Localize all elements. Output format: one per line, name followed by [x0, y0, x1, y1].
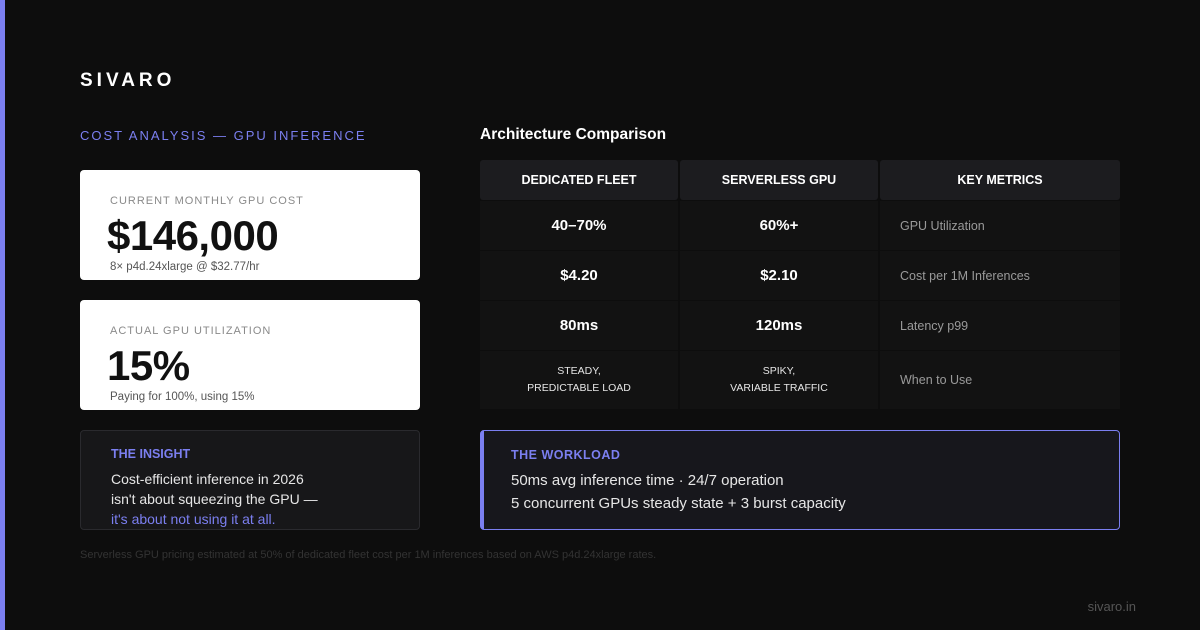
insight-line: Cost-efficient inference in 2026: [111, 471, 304, 487]
workload-line: 50ms avg inference time · 24/7 operation: [511, 472, 784, 489]
cell-serverless-when: SPIKY, VARIABLE TRAFFIC: [680, 351, 878, 409]
header-serverless-gpu: SERVERLESS GPU: [680, 160, 878, 200]
cell-text: SPIKY,: [762, 365, 796, 377]
cell-serverless-utilization: 60%+: [680, 201, 878, 250]
cell-serverless-cost: $2.10: [680, 251, 878, 300]
insight-highlight: it's about not using it at all.: [111, 511, 276, 527]
workload-title: THE WORKLOAD: [511, 448, 621, 462]
metric-gpu-utilization: GPU Utilization: [880, 201, 1120, 250]
metric-when-to-use: When to Use: [880, 351, 1120, 409]
header-key-metrics: KEY METRICS: [880, 160, 1120, 200]
metric-latency: Latency p99: [880, 301, 1120, 350]
cost-subtext: 8× p4d.24xlarge @ $32.77/hr: [110, 261, 260, 273]
utilization-value: 15%: [107, 342, 190, 389]
workload-line: 5 concurrent GPUs steady state + 3 burst…: [511, 495, 846, 512]
section-label: COST ANALYSIS — GPU INFERENCE: [80, 128, 367, 143]
header-dedicated-fleet: DEDICATED FLEET: [480, 160, 678, 200]
footnote: Serverless GPU pricing estimated at 50% …: [80, 549, 657, 561]
metric-cost-per-inference: Cost per 1M Inferences: [880, 251, 1120, 300]
monthly-cost-card: CURRENT MONTHLY GPU COST $146,000 8× p4d…: [80, 170, 420, 280]
insight-line: isn't about squeezing the GPU —: [111, 491, 318, 507]
comparison-title: Architecture Comparison: [480, 126, 667, 143]
utilization-card: ACTUAL GPU UTILIZATION 15% Paying for 10…: [80, 300, 420, 410]
insight-box: THE INSIGHT Cost-efficient inference in …: [80, 430, 420, 530]
cell-dedicated-cost: $4.20: [480, 251, 678, 300]
cell-dedicated-latency: 80ms: [480, 301, 678, 350]
cell-text: PREDICTABLE LOAD: [527, 382, 631, 394]
insight-title: THE INSIGHT: [111, 447, 191, 461]
utilization-label: ACTUAL GPU UTILIZATION: [110, 325, 272, 337]
cell-dedicated-when: STEADY, PREDICTABLE LOAD: [480, 351, 678, 409]
site-url: sivaro.in: [1087, 599, 1136, 614]
cost-value: $146,000: [107, 212, 279, 259]
workload-box: THE WORKLOAD 50ms avg inference time · 2…: [480, 430, 1120, 530]
cell-text: VARIABLE TRAFFIC: [730, 382, 828, 394]
cell-dedicated-utilization: 40–70%: [480, 201, 678, 250]
cost-label: CURRENT MONTHLY GPU COST: [110, 195, 304, 207]
brand-logo: SIVARO: [80, 70, 176, 91]
cell-serverless-latency: 120ms: [680, 301, 878, 350]
accent-bar: [0, 0, 5, 630]
cell-text: STEADY,: [557, 365, 601, 377]
utilization-subtext: Paying for 100%, using 15%: [110, 391, 255, 403]
